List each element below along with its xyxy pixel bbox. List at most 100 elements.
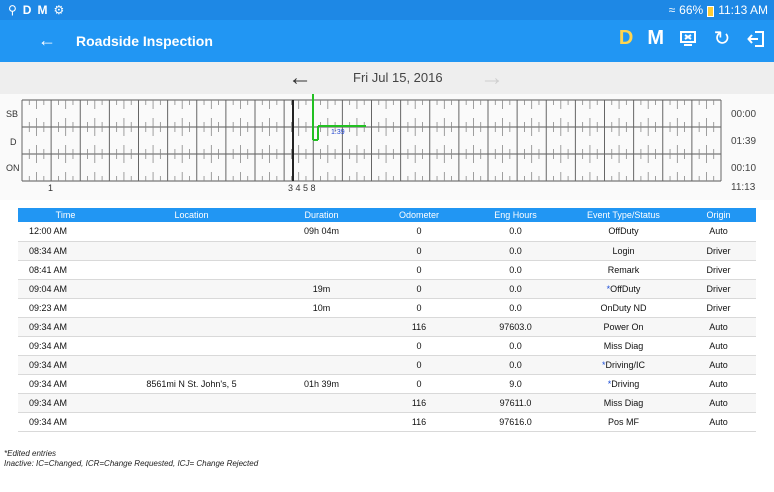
event-text: Driving/IC (605, 359, 646, 370)
event-text: Power On (603, 321, 644, 332)
event-text: Pos MF (607, 416, 639, 427)
cell-event: *OffDuty (566, 279, 681, 299)
table-row[interactable]: 09:34 AM 116 97603.0 Power On Auto (18, 317, 756, 337)
row-label-on: ON (6, 163, 20, 173)
event-text: Miss Diag (603, 340, 644, 351)
cell-event: Pos MF (566, 412, 681, 432)
cell-time: 09:04 AM (18, 279, 113, 299)
cell-event: OffDuty (566, 222, 681, 242)
logout-icon[interactable] (746, 28, 766, 50)
col-time: Time (18, 208, 113, 222)
cell-time: 09:34 AM (18, 355, 113, 375)
cell-eng-hours: 0.0 (465, 241, 566, 261)
cell-time: 12:00 AM (18, 222, 113, 242)
event-text: OffDuty (608, 226, 639, 237)
total-on: 00:10 (731, 163, 757, 174)
next-day-arrow-icon[interactable]: → (480, 64, 504, 92)
cell-location (113, 317, 270, 337)
cell-odometer: 0 (373, 279, 465, 299)
edited-entries-note: *Edited entries (4, 449, 57, 458)
table-row[interactable]: 08:34 AM 0 0.0 Login Driver (18, 241, 756, 261)
cell-duration (270, 260, 373, 280)
cell-event: *Driving (566, 374, 681, 394)
cell-event: Login (566, 241, 681, 261)
cell-location: 8561mi N St. John's, 5 (113, 374, 270, 394)
log-events-table: Time Location Duration Odometer Eng Hour… (18, 208, 756, 432)
cell-origin: Auto (681, 222, 756, 242)
cell-origin: Driver (681, 241, 756, 261)
wifi-icon: ≈ (668, 3, 676, 17)
cell-eng-hours: 97603.0 (465, 317, 566, 337)
transfer-logs-icon[interactable] (678, 28, 698, 50)
cell-eng-hours: 0.0 (465, 336, 566, 356)
cell-time: 09:34 AM (18, 393, 113, 413)
col-duration: Duration (270, 208, 373, 222)
manual-mode-button[interactable]: M (647, 27, 664, 50)
event-text: Login (612, 245, 635, 256)
table-row[interactable]: 09:04 AM 19m 0 0.0 *OffDuty Driver (18, 279, 756, 299)
driver-mode-button[interactable]: D (619, 27, 633, 50)
cell-duration (270, 355, 373, 375)
cell-origin: Auto (681, 393, 756, 413)
cell-location (113, 222, 270, 242)
total-sb: 00:00 (731, 109, 757, 120)
cell-eng-hours: 9.0 (465, 374, 566, 394)
cell-odometer: 0 (373, 355, 465, 375)
status-bar: ⚲ D M ⚙ ≈ 66% 11:13 AM (0, 0, 774, 20)
cell-time: 09:23 AM (18, 298, 113, 318)
duty-status-graph: SB D ON 00:00 01:39 00:10 11:13 1 3 4 5 … (0, 94, 774, 200)
cell-odometer: 0 (373, 241, 465, 261)
cell-eng-hours: 97616.0 (465, 412, 566, 432)
table-row[interactable]: 09:23 AM 10m 0 0.0 OnDuty ND Driver (18, 298, 756, 318)
cell-location (113, 279, 270, 299)
col-event-type: Event Type/Status (566, 208, 681, 222)
cell-odometer: 0 (373, 336, 465, 356)
table-row[interactable]: 08:41 AM 0 0.0 Remark Driver (18, 260, 756, 280)
cell-time: 09:34 AM (18, 374, 113, 394)
cell-odometer: 0 (373, 374, 465, 394)
refresh-icon[interactable]: ↻ (712, 28, 732, 50)
status-m-indicator: M (37, 3, 48, 17)
cell-origin: Auto (681, 355, 756, 375)
cell-duration: 09h 04m (270, 222, 373, 242)
back-arrow-icon[interactable]: ← (38, 30, 56, 51)
cell-duration: 19m (270, 279, 373, 299)
cell-event: Miss Diag (566, 393, 681, 413)
cell-origin: Auto (681, 412, 756, 432)
table-row[interactable]: 09:34 AM 116 97611.0 Miss Diag Auto (18, 393, 756, 413)
grand-total: 11:13 (731, 182, 756, 193)
date-navigator: ← Fri Jul 15, 2016 → (0, 62, 774, 94)
cell-origin: Auto (681, 336, 756, 356)
table-row[interactable]: 09:34 AM 0 0.0 *Driving/IC Auto (18, 355, 756, 375)
event-text: Remark (607, 264, 640, 275)
cell-location (113, 393, 270, 413)
col-origin: Origin (681, 208, 756, 222)
cell-origin: Driver (681, 279, 756, 299)
table-row[interactable]: 09:34 AM 116 97616.0 Pos MF Auto (18, 412, 756, 432)
cell-event: OnDuty ND (566, 298, 681, 318)
location-icon: ⚲ (8, 3, 17, 17)
cell-odometer: 116 (373, 412, 465, 432)
cell-eng-hours: 0.0 (465, 355, 566, 375)
cell-location (113, 336, 270, 356)
col-location: Location (113, 208, 270, 222)
table-row[interactable]: 09:34 AM 0 0.0 Miss Diag Auto (18, 336, 756, 356)
cell-eng-hours: 0.0 (465, 222, 566, 242)
cell-odometer: 0 (373, 298, 465, 318)
cell-eng-hours: 97611.0 (465, 393, 566, 413)
total-d: 01:39 (731, 136, 757, 147)
cell-duration (270, 412, 373, 432)
table-row[interactable]: 09:34 AM 8561mi N St. John's, 5 01h 39m 0 9.… (18, 374, 756, 394)
cell-eng-hours: 0.0 (465, 260, 566, 280)
battery-icon (707, 5, 715, 17)
table-row[interactable]: 12:00 AM 09h 04m 0 0.0 OffDuty Auto (18, 222, 756, 242)
cell-event: *Driving/IC (566, 355, 681, 375)
status-d-indicator: D (22, 3, 32, 17)
cell-duration (270, 317, 373, 337)
app-bar: ← Roadside Inspection D M ↻ (0, 20, 774, 62)
table-header: Time Location Duration Odometer Eng Hour… (18, 208, 756, 222)
previous-day-arrow-icon[interactable]: ← (288, 64, 312, 92)
cell-event: Remark (566, 260, 681, 280)
cell-odometer: 0 (373, 260, 465, 280)
cell-time: 09:34 AM (18, 336, 113, 356)
